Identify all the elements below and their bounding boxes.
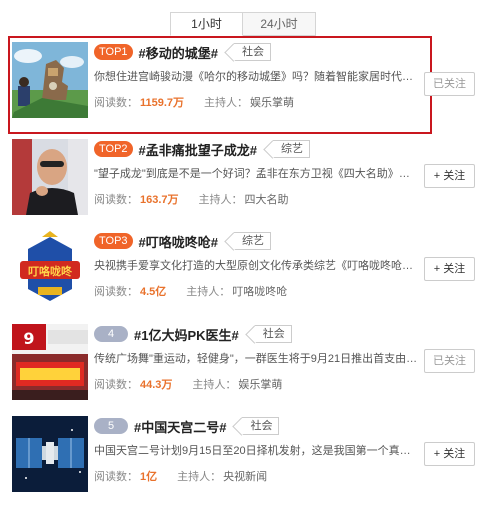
topic-description: "望子成龙"到底是不是一个好词？孟非在东方卫视《四大名助》节目...: [94, 168, 420, 180]
rank-badge: TOP1: [94, 44, 133, 60]
topic-thumbnail[interactable]: [12, 139, 88, 215]
category-tag[interactable]: 综艺: [273, 140, 310, 158]
category-tag[interactable]: 综艺: [234, 232, 271, 250]
category-tag[interactable]: 社会: [234, 43, 271, 61]
reads-label: 阅读数：: [94, 471, 138, 483]
topic-title-link[interactable]: #叮咯咙咚呛#: [139, 232, 218, 251]
topic-thumbnail[interactable]: 9: [12, 324, 88, 400]
svg-text:叮咯咙咚: 叮咯咙咚: [28, 264, 73, 278]
follow-button[interactable]: + 关注: [424, 257, 475, 281]
rank-badge: 4: [94, 326, 128, 342]
host-label: 主持人：: [192, 379, 237, 391]
reads-count: 1亿: [140, 471, 158, 483]
list-item[interactable]: TOP2 #孟非痛批望子成龙# 综艺 "望子成龙"到底是不是一个好词？孟非在东方…: [8, 133, 432, 231]
followed-button[interactable]: 已关注: [424, 349, 475, 373]
reads-count: 163.7万: [140, 194, 179, 206]
host-name[interactable]: 叮咯咙咚呛: [232, 283, 287, 299]
time-range-tabs: 1小时 24小时: [170, 12, 316, 36]
host-name[interactable]: 娱乐掌萌: [250, 94, 294, 110]
reads-count: 1159.7万: [140, 97, 185, 109]
list-item[interactable]: 9 4 #1亿大妈PK医生# 社会 传统广场舞"重运动，轻健身"，一群医生将于9…: [8, 318, 432, 416]
tab-24-hours[interactable]: 24小时: [243, 12, 316, 36]
host-label: 主持人：: [204, 97, 249, 109]
topic-description: 你想住进宫崎骏动漫《哈尔的移动城堡》吗？随着智能家居时代的到来，...: [94, 71, 420, 83]
topic-content: TOP3 #叮咯咙咚呛# 综艺 央视携手爱享文化打造的大型原创文化传承类综艺《叮…: [94, 231, 424, 299]
topic-title-link[interactable]: #移动的城堡#: [139, 43, 218, 62]
topic-thumbnail[interactable]: [12, 416, 88, 492]
category-tag[interactable]: 社会: [242, 417, 280, 435]
rank-badge: 5: [94, 418, 128, 434]
topic-description: 中国天宫二号计划9月15日至20日择机发射，这是我国第一个真正意义上的...: [94, 445, 420, 457]
host-name[interactable]: 四大名助: [245, 191, 289, 207]
follow-button[interactable]: + 关注: [424, 164, 475, 188]
topic-title-link[interactable]: #孟非痛批望子成龙#: [139, 140, 257, 159]
tab-1-hour[interactable]: 1小时: [170, 12, 243, 36]
topic-description: 央视携手爱享文化打造的大型原创文化传承类综艺《叮咯咙咚呛》第二季...: [94, 260, 420, 272]
topic-content: 5 #中国天宫二号# 社会 中国天宫二号计划9月15日至20日择机发射，这是我国…: [94, 416, 424, 484]
host-label: 主持人：: [198, 194, 243, 206]
topic-thumbnail[interactable]: 叮咯咙咚: [12, 231, 88, 307]
topic-meta: 阅读数： 4.5亿 主持人： 叮咯咙咚呛: [94, 283, 424, 299]
topic-content: TOP2 #孟非痛批望子成龙# 综艺 "望子成龙"到底是不是一个好词？孟非在东方…: [94, 139, 424, 207]
host-name[interactable]: 央视新闻: [223, 468, 267, 484]
topic-thumbnail[interactable]: [12, 42, 88, 118]
category-tag[interactable]: 社会: [254, 325, 292, 343]
host-name[interactable]: 娱乐掌萌: [238, 376, 282, 392]
host-label: 主持人：: [186, 286, 231, 298]
rank-badge: TOP3: [94, 233, 133, 249]
rank-badge: TOP2: [94, 141, 133, 157]
topic-title-link[interactable]: #中国天宫二号#: [134, 417, 226, 436]
list-item[interactable]: TOP1 #移动的城堡# 社会 你想住进宫崎骏动漫《哈尔的移动城堡》吗？随着智能…: [8, 36, 432, 134]
reads-label: 阅读数：: [94, 97, 138, 109]
topic-content: TOP1 #移动的城堡# 社会 你想住进宫崎骏动漫《哈尔的移动城堡》吗？随着智能…: [94, 42, 424, 110]
topic-description: 传统广场舞"重运动，轻健身"，一群医生将于9月21日推出首支由专业医生...: [94, 353, 420, 365]
reads-label: 阅读数：: [94, 286, 138, 298]
list-item[interactable]: 5 #中国天宫二号# 社会 中国天宫二号计划9月15日至20日择机发射，这是我国…: [8, 410, 432, 505]
topic-meta: 阅读数： 1159.7万 主持人： 娱乐掌萌: [94, 94, 424, 110]
topic-meta: 阅读数： 44.3万 主持人： 娱乐掌萌: [94, 376, 424, 392]
reads-label: 阅读数：: [94, 379, 138, 391]
topic-meta: 阅读数： 163.7万 主持人： 四大名助: [94, 191, 424, 207]
svg-text:9: 9: [23, 329, 34, 348]
reads-count: 4.5亿: [140, 286, 167, 298]
follow-button[interactable]: + 关注: [424, 442, 475, 466]
topic-meta: 阅读数： 1亿 主持人： 央视新闻: [94, 468, 424, 484]
topic-title-link[interactable]: #1亿大妈PK医生#: [134, 325, 239, 344]
topic-content: 4 #1亿大妈PK医生# 社会 传统广场舞"重运动，轻健身"，一群医生将于9月2…: [94, 324, 424, 392]
followed-button[interactable]: 已关注: [424, 72, 475, 96]
reads-label: 阅读数：: [94, 194, 138, 206]
host-label: 主持人：: [177, 471, 222, 483]
list-item[interactable]: 叮咯咙咚 TOP3 #叮咯咙咚呛# 综艺 央视携手爱享文化打造的大型原创文化传承…: [8, 225, 432, 323]
reads-count: 44.3万: [140, 379, 173, 391]
